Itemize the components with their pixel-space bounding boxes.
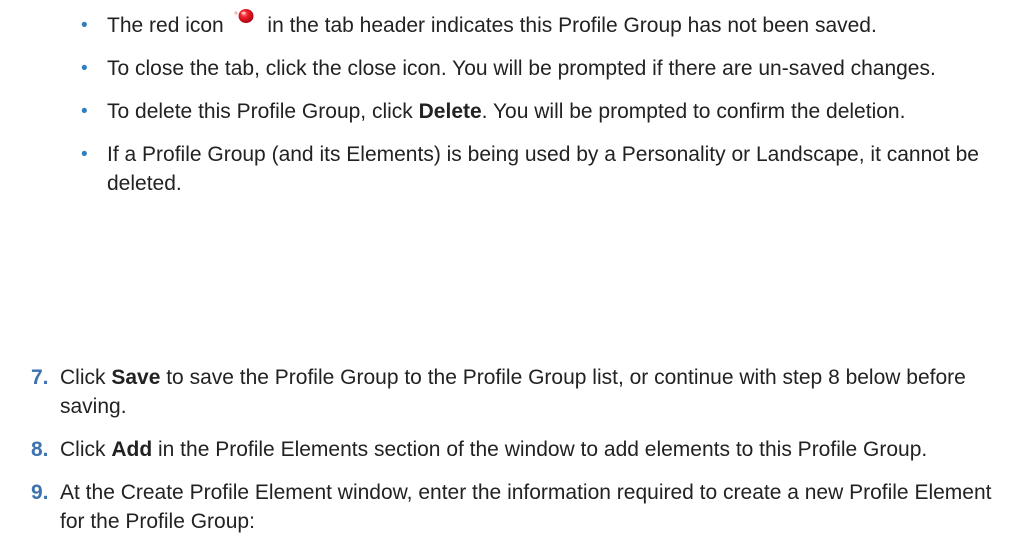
bullet-list: • The red icon in the tab header indicat… (0, 9, 1032, 212)
bullet-text-before-icon: The red icon (107, 14, 224, 37)
bullet-marker: • (81, 101, 88, 122)
step-9: 9. At the Create Profile Element window,… (0, 478, 1032, 536)
bullet-text: To close the tab, click the close icon. … (107, 57, 936, 80)
red-unsaved-dot-icon-graphic (233, 9, 254, 23)
bullet-item-delete-group: • To delete this Profile Group, click De… (0, 97, 1032, 126)
step-number: 9. (31, 481, 49, 504)
bullet-marker: • (81, 15, 88, 36)
step-7: 7. Click Save to save the Profile Group … (0, 363, 1032, 421)
bullet-marker: • (81, 58, 88, 79)
step-8: 8. Click Add in the Profile Elements sec… (0, 435, 1032, 464)
bullet-item-close-tab: • To close the tab, click the close icon… (0, 54, 1032, 83)
document-page: • The red icon in the tab header indicat… (0, 0, 1032, 554)
step-number: 8. (31, 438, 49, 461)
save-keyword: Save (111, 366, 161, 389)
step-text-after: in the Profile Elements section of the w… (152, 438, 928, 461)
bullet-text-after: . You will be prompted to confirm the de… (481, 100, 906, 123)
step-number: 7. (31, 366, 49, 389)
step-text-before: Click (60, 438, 112, 461)
step-text-before: Click (60, 366, 112, 389)
bullet-text-before: To delete this Profile Group, click (107, 100, 419, 123)
numbered-steps: 7. Click Save to save the Profile Group … (0, 363, 1032, 550)
step-text: At the Create Profile Element window, en… (60, 481, 992, 533)
bullet-item-in-use-note: • If a Profile Group (and its Elements) … (0, 140, 1032, 198)
bullet-text-after-icon: in the tab header indicates this Profile… (267, 14, 877, 37)
delete-keyword: Delete (418, 100, 482, 123)
step-text-after: to save the Profile Group to the Profile… (60, 366, 966, 418)
red-unsaved-dot-icon (232, 9, 258, 40)
bullet-text: If a Profile Group (and its Elements) is… (107, 143, 979, 195)
add-keyword: Add (111, 438, 153, 461)
bullet-marker: • (81, 144, 88, 165)
bullet-item-unsaved-icon: • The red icon in the tab header indicat… (0, 9, 1032, 40)
